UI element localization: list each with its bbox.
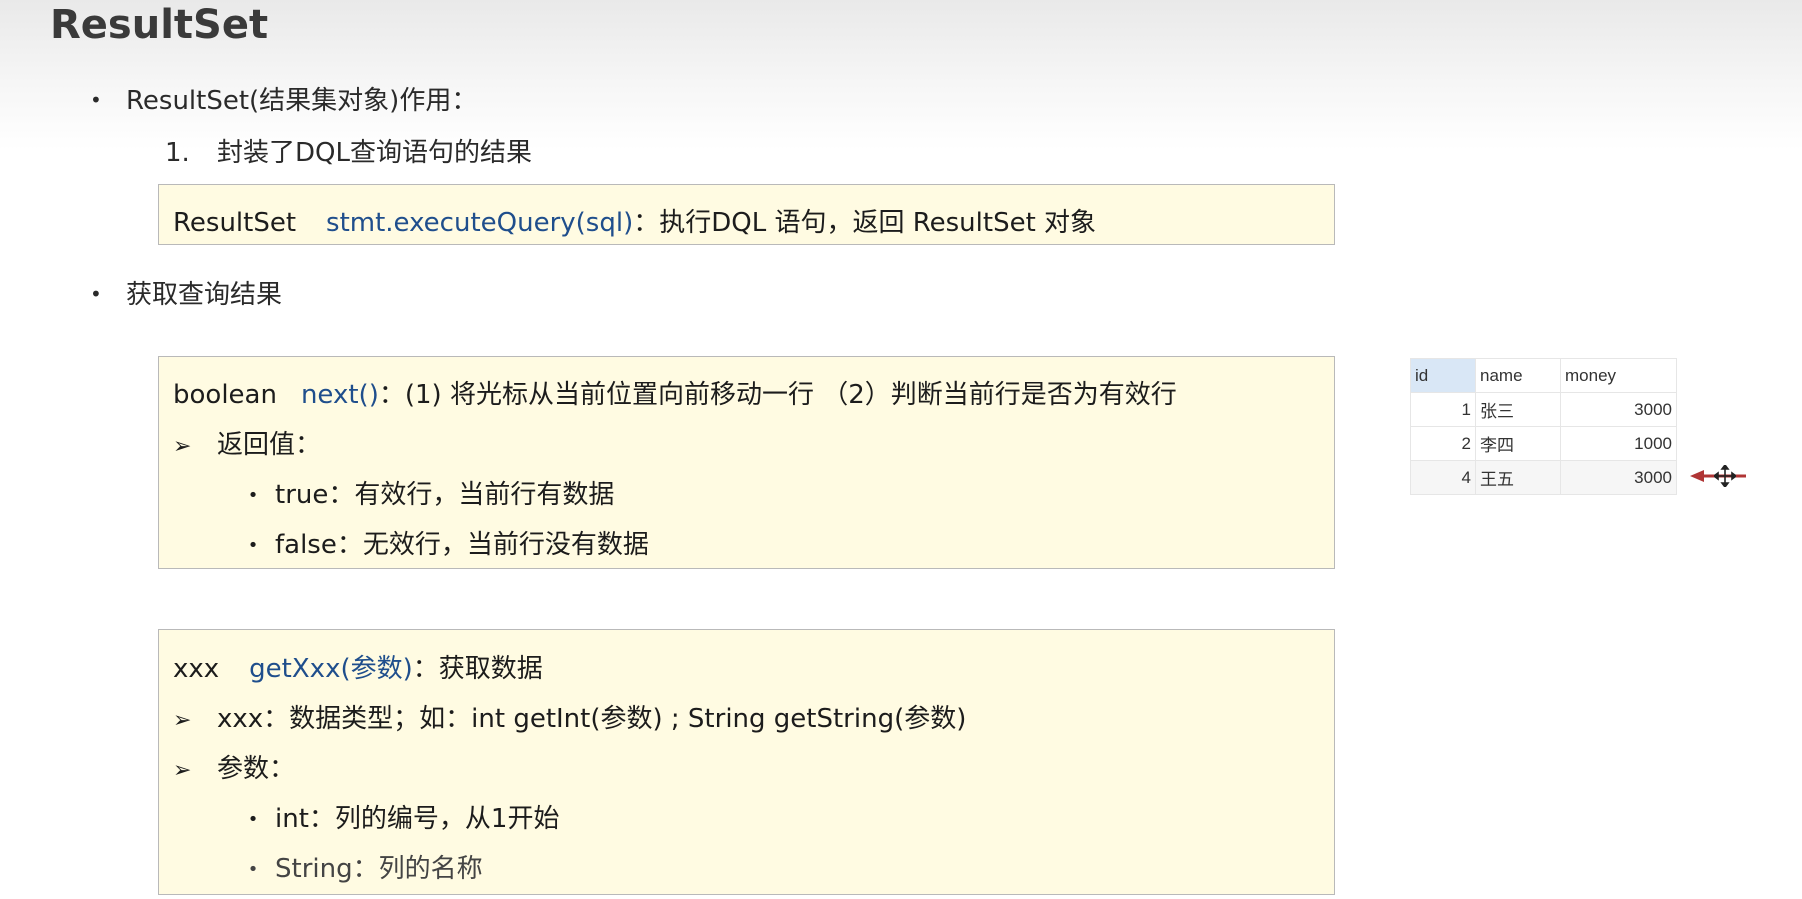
execute-query-box: ResultSet stmt.executeQuery(sql)：执行DQL 语句…: [158, 184, 1335, 245]
bullet-dot: •: [90, 281, 102, 306]
arrow-bullet-icon: ➢: [173, 434, 192, 459]
bullet-resultset-purpose: • ResultSet(结果集对象)作用：: [90, 80, 477, 117]
column-header-id: id: [1410, 358, 1476, 393]
arrow-bullet-icon: ➢: [173, 708, 192, 733]
table-row: 1 张三 3000: [1410, 392, 1677, 427]
return-type: xxx: [173, 654, 220, 684]
next-method-box: boolean next()：(1) 将光标从当前位置向前移动一行 （2）判断当前…: [158, 356, 1335, 569]
item-number: 1.: [165, 138, 190, 168]
table-header-row: id name money: [1410, 358, 1677, 393]
cell-name: 张三: [1475, 392, 1561, 427]
result-table: id name money 1 张三 3000 2 李四 1000 4 王五 3…: [1410, 358, 1677, 495]
datatype-desc: xxx：数据类型；如：int getInt(参数) ; String getSt…: [217, 704, 967, 734]
method-name: getXxx(参数): [249, 654, 413, 684]
return-type: ResultSet: [173, 208, 297, 238]
cell-id: 4: [1410, 460, 1476, 495]
bullet-dot: •: [247, 809, 259, 830]
page-title: ResultSet: [50, 2, 269, 48]
method-desc: ：(1) 将光标从当前位置向前移动一行 （2）判断当前行是否为有效行: [378, 380, 1177, 410]
return-type: boolean: [173, 380, 277, 410]
string-param-desc: String：列的名称: [275, 854, 483, 884]
numbered-item: 1. 封装了DQL查询语句的结果: [165, 132, 532, 169]
cell-money: 3000: [1560, 392, 1677, 427]
bullet-dot: •: [90, 87, 102, 112]
cell-money: 3000: [1560, 460, 1677, 495]
bullet-text: ResultSet(结果集对象)作用：: [126, 86, 478, 116]
getxxx-method-box: xxx getXxx(参数)：获取数据 ➢ xxx：数据类型；如：int getIn…: [158, 629, 1335, 895]
return-label: 返回值：: [217, 430, 322, 460]
bullet-text: 获取查询结果: [126, 280, 283, 310]
cell-id: 1: [1410, 392, 1476, 427]
column-header-name: name: [1475, 358, 1561, 393]
arrow-bullet-icon: ➢: [173, 758, 192, 783]
cell-name: 李四: [1475, 426, 1561, 461]
bullet-dot: •: [247, 485, 259, 506]
method-desc: ：获取数据: [412, 654, 543, 684]
params-label: 参数：: [217, 754, 296, 784]
method-name: stmt.executeQuery(sql): [326, 208, 634, 238]
item-text: 封装了DQL查询语句的结果: [217, 138, 532, 168]
move-cursor-icon: [1712, 463, 1738, 491]
table-row: 2 李四 1000: [1410, 426, 1677, 461]
bullet-dot: •: [247, 859, 259, 880]
bullet-dot: •: [247, 535, 259, 556]
true-desc: true：有效行，当前行有数据: [275, 480, 615, 510]
method-desc: ：执行DQL 语句，返回 ResultSet 对象: [633, 208, 1097, 238]
bullet-get-results: • 获取查询结果: [90, 274, 282, 311]
column-header-money: money: [1560, 358, 1677, 393]
cell-name: 王五: [1475, 460, 1561, 495]
cell-money: 1000: [1560, 426, 1677, 461]
int-param-desc: int：列的编号，从1开始: [275, 804, 560, 834]
table-row: 4 王五 3000: [1410, 460, 1677, 495]
method-name: next(): [300, 380, 379, 410]
cell-id: 2: [1410, 426, 1476, 461]
false-desc: false：无效行，当前行没有数据: [275, 530, 649, 560]
